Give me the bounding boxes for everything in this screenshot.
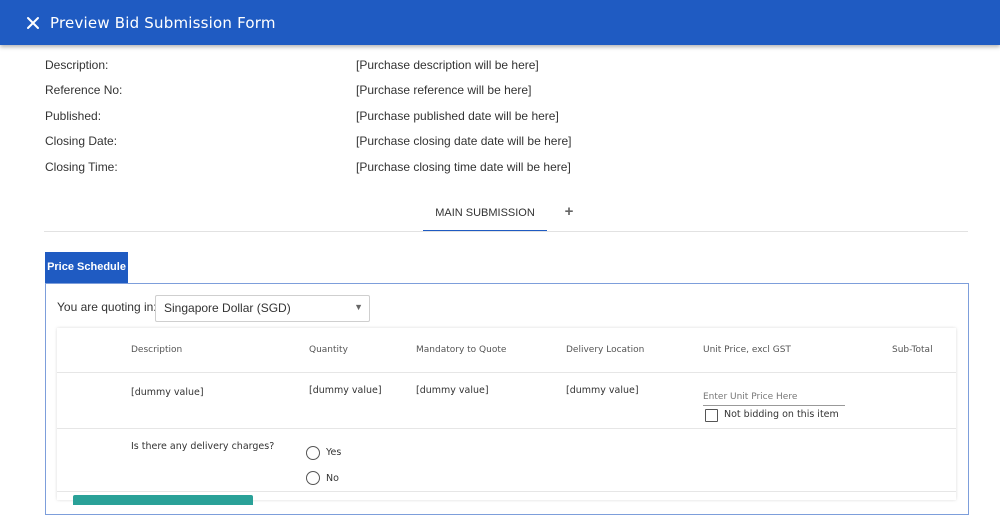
info-label-description: Description: <box>45 58 109 72</box>
quote-currency-label: You are quoting in: <box>57 300 157 314</box>
header-bar: Preview Bid Submission Form <box>0 0 1000 45</box>
info-label-published: Published: <box>45 109 102 123</box>
not-bidding-label: Not bidding on this item <box>724 409 839 420</box>
info-value-description: [Purchase description will be here] <box>356 58 539 72</box>
column-header-sub-total: Sub-Total <box>892 345 933 355</box>
delivery-yes-label: Yes <box>326 447 342 458</box>
column-header-delivery-location: Delivery Location <box>566 345 645 355</box>
table-row-divider <box>57 491 956 492</box>
currency-selected-value: Singapore Dollar (SGD) <box>164 301 291 315</box>
column-header-unit-price: Unit Price, excl GST <box>703 345 791 355</box>
cell-quantity: [dummy value] <box>309 385 382 396</box>
not-bidding-checkbox[interactable] <box>705 409 718 422</box>
info-label-reference: Reference No: <box>45 83 123 97</box>
action-button[interactable] <box>73 495 253 505</box>
column-header-description: Description <box>131 345 183 355</box>
info-label-closing-time: Closing Time: <box>45 160 118 174</box>
column-header-quantity: Quantity <box>309 345 348 355</box>
tabs-divider <box>44 231 968 232</box>
currency-select[interactable]: Singapore Dollar (SGD) ▼ <box>155 295 370 322</box>
delivery-no-radio[interactable] <box>306 471 320 485</box>
add-tab-icon[interactable]: + <box>561 203 577 221</box>
cell-description: [dummy value] <box>131 387 204 398</box>
section-tab-price-schedule[interactable]: Price Schedule <box>45 252 128 283</box>
column-header-mandatory: Mandatory to Quote <box>416 345 507 355</box>
close-icon[interactable] <box>22 12 44 34</box>
info-label-closing-date: Closing Date: <box>45 134 118 148</box>
chevron-down-icon: ▼ <box>354 302 363 312</box>
tab-main-submission[interactable]: MAIN SUBMISSION <box>423 199 547 232</box>
info-value-reference: [Purchase reference will be here] <box>356 83 532 97</box>
delivery-no-label: No <box>326 473 339 484</box>
table-row-divider <box>57 372 956 373</box>
unit-price-input[interactable] <box>703 388 845 406</box>
table-row-divider <box>57 428 956 429</box>
delivery-charges-question: Is there any delivery charges? <box>131 441 275 452</box>
cell-delivery-location: [dummy value] <box>566 385 639 396</box>
info-value-closing-date: [Purchase closing date date will be here… <box>356 134 572 148</box>
info-value-closing-time: [Purchase closing time date will be here… <box>356 160 571 174</box>
page-title: Preview Bid Submission Form <box>50 13 276 32</box>
delivery-yes-radio[interactable] <box>306 446 320 460</box>
info-value-published: [Purchase published date will be here] <box>356 109 559 123</box>
cell-mandatory: [dummy value] <box>416 385 489 396</box>
